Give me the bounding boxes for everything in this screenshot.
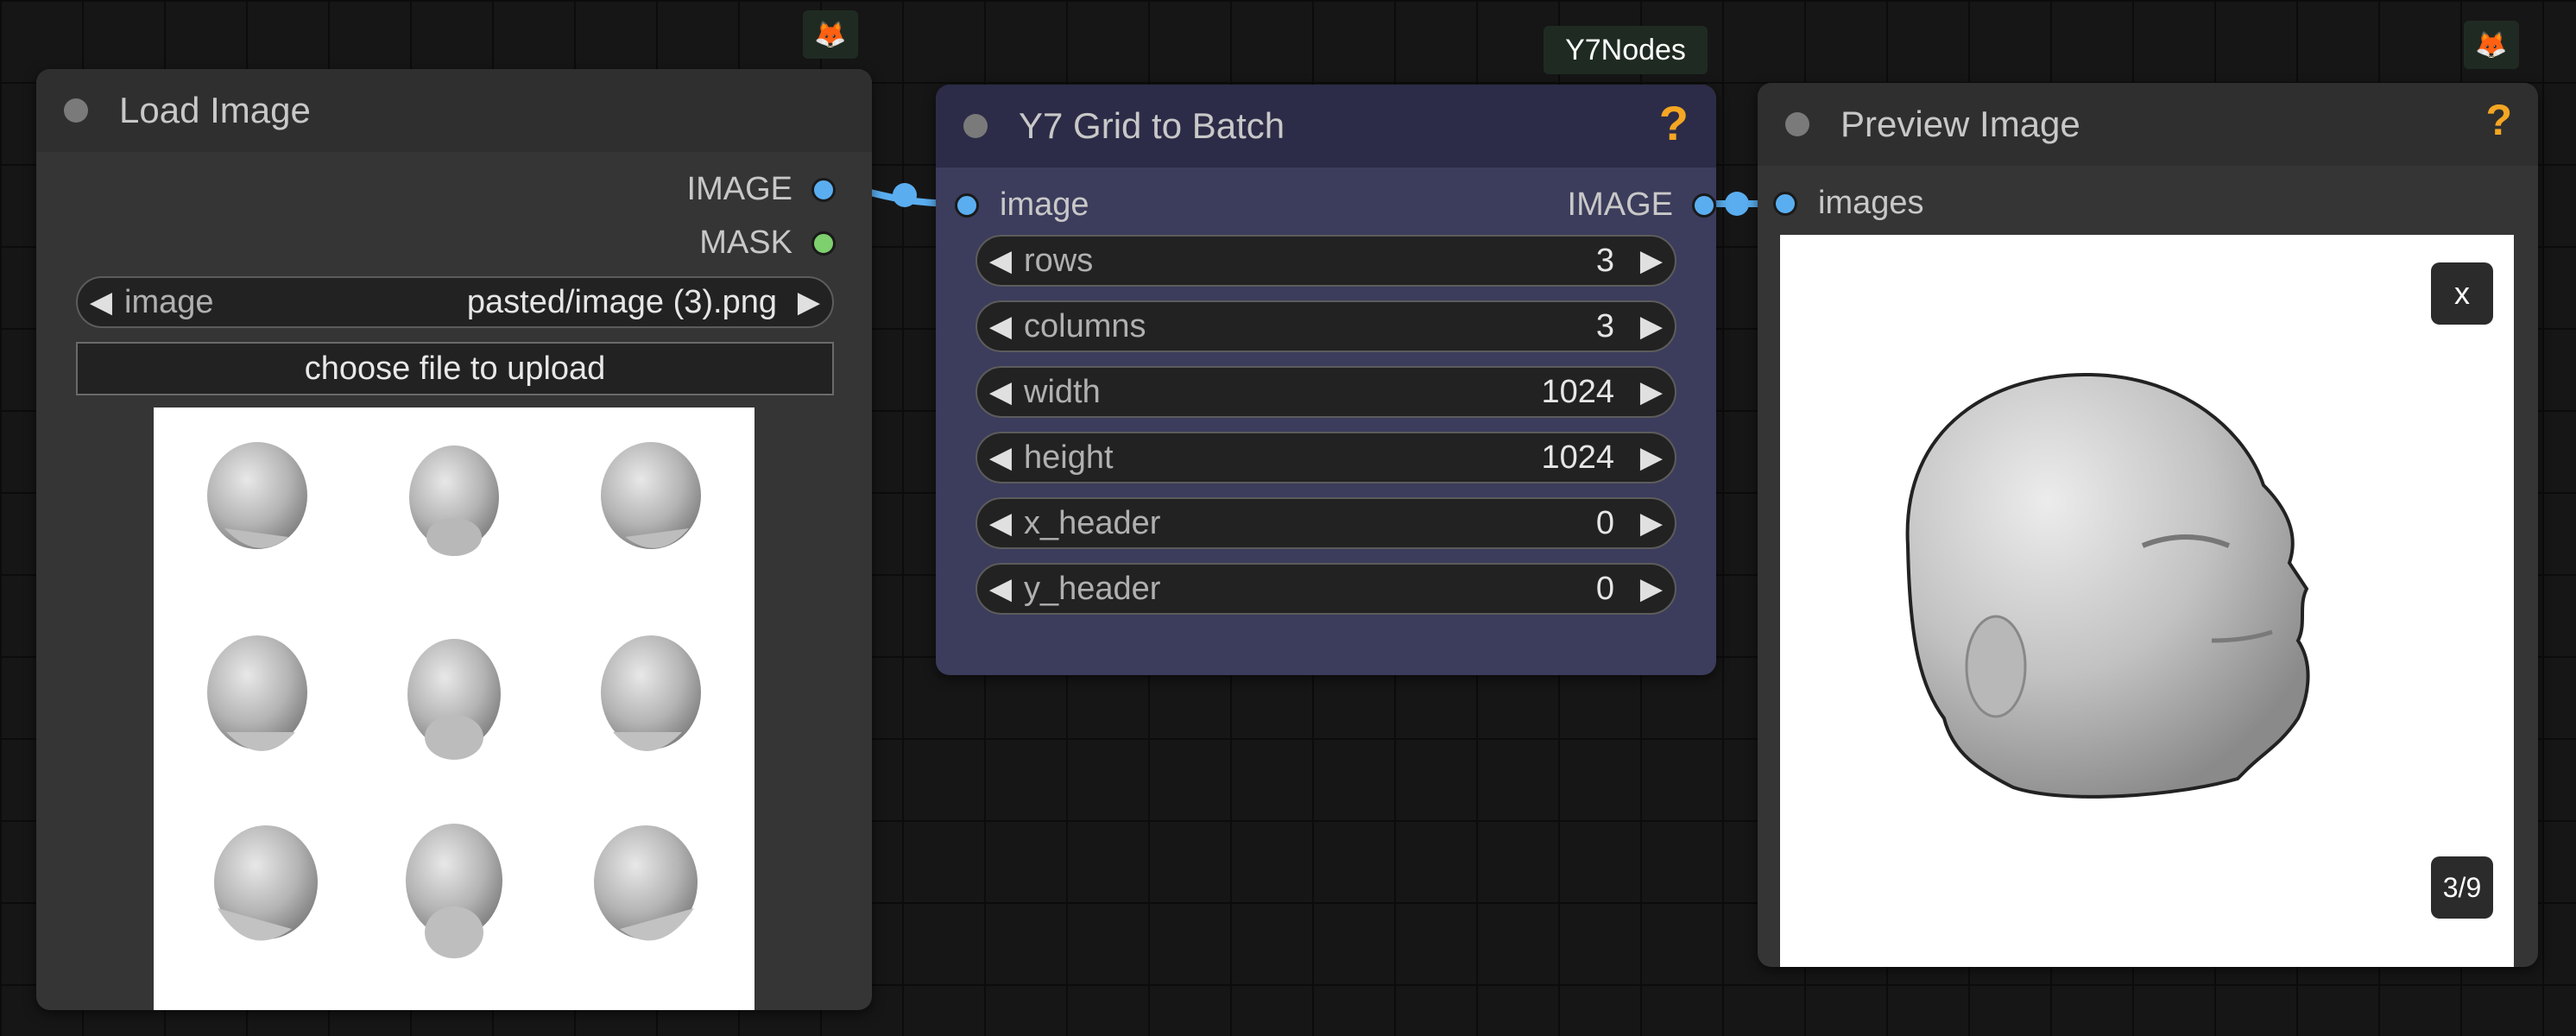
arrow-left-icon[interactable]: ◀ [977, 440, 1024, 475]
arrow-right-icon[interactable]: ▶ [786, 285, 832, 319]
arrow-left-icon[interactable]: ◀ [977, 375, 1024, 409]
node-title-bar[interactable]: Preview Image [1758, 83, 2538, 166]
grid-to-batch-node[interactable]: Y7 Grid to Batch ? image IMAGE ◀ rows 3 … [936, 85, 1716, 675]
node-title: Y7 Grid to Batch [1019, 105, 1285, 146]
arrow-right-icon[interactable]: ▶ [1628, 506, 1675, 540]
image-combo-widget[interactable]: ◀ image pasted/image (3).png ▶ [76, 276, 834, 328]
height-widget[interactable]: ◀ height 1024 ▶ [975, 432, 1676, 483]
upload-button[interactable]: choose file to upload [76, 342, 834, 395]
loaded-image-preview [154, 407, 754, 1010]
preview-image-display [1780, 235, 2514, 967]
arrow-right-icon[interactable]: ▶ [1628, 440, 1675, 475]
arrow-left-icon[interactable]: ◀ [977, 572, 1024, 606]
preview-head-image [1905, 372, 2310, 799]
collapse-dot[interactable] [64, 98, 88, 123]
output-image[interactable]: IMAGE [687, 171, 836, 208]
node-title: Preview Image [1840, 104, 2080, 144]
input-images-port[interactable] [1773, 191, 1797, 216]
output-image-port[interactable] [811, 177, 836, 202]
arrow-right-icon[interactable]: ▶ [1628, 243, 1675, 278]
help-icon[interactable]: ? [2485, 95, 2512, 145]
output-mask-port[interactable] [811, 231, 836, 256]
close-preview-button[interactable]: x [2431, 262, 2493, 325]
rows-widget[interactable]: ◀ rows 3 ▶ [975, 235, 1676, 287]
y-header-widget[interactable]: ◀ y_header 0 ▶ [975, 563, 1676, 615]
output-mask[interactable]: MASK [699, 224, 836, 262]
width-widget[interactable]: ◀ width 1024 ▶ [975, 366, 1676, 418]
load-image-node[interactable]: Load Image IMAGE MASK ◀ image pasted/ima… [36, 69, 872, 1010]
output-image[interactable]: IMAGE [1568, 186, 1716, 224]
output-image-port[interactable] [1692, 193, 1716, 218]
arrow-left-icon[interactable]: ◀ [977, 309, 1024, 344]
collapse-dot[interactable] [963, 114, 988, 138]
input-image-port[interactable] [955, 193, 979, 218]
arrow-left-icon[interactable]: ◀ [78, 285, 124, 319]
x-header-widget[interactable]: ◀ x_header 0 ▶ [975, 497, 1676, 549]
arrow-right-icon[interactable]: ▶ [1628, 375, 1675, 409]
arrow-right-icon[interactable]: ▶ [1628, 309, 1675, 344]
image-counter: 3/9 [2431, 856, 2493, 919]
help-icon[interactable]: ? [1659, 95, 1689, 151]
preview-image-node[interactable]: Preview Image ? images x 3/9 [1758, 83, 2538, 967]
input-image[interactable]: image [955, 186, 1089, 224]
head-grid-image [207, 442, 701, 958]
node-title-bar[interactable]: Y7 Grid to Batch [936, 85, 1716, 167]
node-title-bar[interactable]: Load Image [36, 69, 872, 152]
arrow-left-icon[interactable]: ◀ [977, 506, 1024, 540]
node-title: Load Image [119, 90, 311, 130]
arrow-right-icon[interactable]: ▶ [1628, 572, 1675, 606]
input-images[interactable]: images [1773, 185, 1924, 222]
wire-midpoint [893, 183, 917, 207]
wire-midpoint-2 [1725, 192, 1749, 216]
columns-widget[interactable]: ◀ columns 3 ▶ [975, 300, 1676, 352]
arrow-left-icon[interactable]: ◀ [977, 243, 1024, 278]
collapse-dot[interactable] [1785, 112, 1809, 136]
